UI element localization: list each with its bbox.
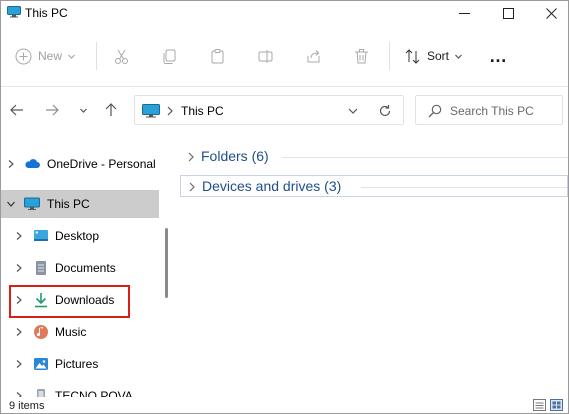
downloads-highlight-box: [9, 285, 130, 318]
maximize-icon: [502, 7, 514, 19]
nav-item-pictures[interactable]: Pictures: [1, 350, 159, 378]
up-button[interactable]: [101, 100, 121, 120]
more-options-button[interactable]: …: [489, 43, 508, 69]
copy-icon: [163, 49, 176, 64]
group-header-devices-and-drives[interactable]: Devices and drives (3): [180, 175, 568, 197]
arrow-right-icon: [46, 104, 59, 116]
nav-item-this-pc[interactable]: This PC: [1, 190, 159, 218]
address-row: This PC: [1, 87, 568, 133]
new-label: New: [38, 49, 63, 63]
nav-scrollbar-thumb[interactable]: [165, 228, 168, 298]
this-pc-icon: [142, 104, 160, 118]
nav-item-label: Documents: [55, 261, 116, 275]
chevron-down-icon[interactable]: [6, 199, 16, 209]
document-icon: [36, 261, 46, 275]
details-view-icon[interactable]: [533, 399, 546, 411]
paste-icon: [211, 48, 224, 63]
plus-circle-icon: [15, 48, 32, 64]
cloud-icon: [25, 159, 40, 168]
arrow-up-icon: [105, 103, 117, 116]
chevron-right-icon: [167, 106, 173, 116]
content-pane: Folders (6) Devices and drives (3): [172, 133, 568, 397]
chevron-right-icon: [189, 182, 195, 192]
navigation-pane: OneDrive - Personal This PC Desktop Docu…: [1, 133, 172, 397]
music-icon: [34, 325, 48, 339]
recent-locations-button[interactable]: [73, 100, 93, 120]
status-bar: 9 items: [1, 397, 568, 413]
nav-item-music[interactable]: Music: [1, 318, 159, 346]
nav-item-label: Music: [55, 325, 87, 339]
chevron-right-icon[interactable]: [6, 159, 16, 169]
toolbar-divider: [96, 42, 97, 70]
sort-label: Sort: [427, 49, 450, 63]
close-icon: [545, 7, 557, 19]
share-button[interactable]: [305, 43, 322, 69]
nav-item-label: Desktop: [55, 229, 100, 243]
minimize-button[interactable]: [447, 1, 481, 25]
group-divider: [282, 157, 568, 158]
search-box[interactable]: [415, 95, 563, 125]
copy-button[interactable]: [161, 43, 178, 69]
nav-item-label: TECNO POVA: [55, 389, 133, 397]
group-label: Folders (6): [201, 148, 269, 164]
new-button[interactable]: New: [15, 43, 76, 69]
group-header-folders[interactable]: Folders (6): [180, 146, 568, 168]
tiles-view-icon[interactable]: [550, 399, 563, 411]
search-icon: [428, 104, 442, 118]
toolbar-divider: [389, 42, 390, 70]
arrow-left-icon: [10, 104, 23, 116]
chevron-down-icon: [68, 54, 75, 59]
chevron-down-icon: [455, 54, 462, 59]
nav-item-label: Pictures: [55, 357, 99, 371]
phone-icon: [37, 389, 45, 397]
sort-arrows-icon: [405, 48, 420, 64]
nav-item-desktop[interactable]: Desktop: [1, 222, 159, 250]
chevron-down-icon: [79, 108, 87, 113]
nav-item-label: This PC: [47, 197, 90, 211]
back-button[interactable]: [7, 100, 27, 120]
rename-button[interactable]: [257, 43, 274, 69]
delete-button[interactable]: [353, 43, 370, 69]
address-bar[interactable]: This PC: [134, 95, 404, 125]
paste-button[interactable]: [209, 43, 226, 69]
chevron-right-icon[interactable]: [14, 263, 24, 273]
chevron-right-icon[interactable]: [14, 327, 24, 337]
title-bar: This PC: [1, 1, 568, 25]
minimize-icon: [458, 12, 470, 14]
group-divider: [361, 187, 567, 188]
trash-icon: [355, 48, 368, 63]
nav-item-tecno-pova[interactable]: TECNO POVA: [1, 382, 159, 397]
cut-button[interactable]: [113, 43, 130, 69]
this-pc-icon: [24, 197, 40, 210]
nav-item-label: OneDrive - Personal: [47, 157, 156, 171]
group-label: Devices and drives (3): [202, 178, 342, 194]
chevron-right-icon[interactable]: [14, 231, 24, 241]
more-options-icon: …: [489, 45, 508, 66]
scissors-icon: [115, 49, 128, 64]
close-button[interactable]: [534, 1, 568, 25]
rename-icon: [258, 49, 273, 63]
sort-button[interactable]: Sort: [404, 43, 463, 69]
maximize-button[interactable]: [491, 1, 525, 25]
nav-item-documents[interactable]: Documents: [1, 254, 159, 282]
item-count: 9 items: [9, 400, 45, 412]
pictures-icon: [34, 358, 48, 370]
chevron-right-icon: [188, 152, 194, 162]
forward-button[interactable]: [42, 100, 62, 120]
chevron-down-icon[interactable]: [347, 105, 359, 117]
address-path: This PC: [181, 104, 224, 118]
chevron-right-icon[interactable]: [14, 359, 24, 369]
nav-item-onedrive[interactable]: OneDrive - Personal: [1, 150, 159, 178]
refresh-icon[interactable]: [378, 104, 392, 118]
command-bar: New Sort …: [1, 25, 568, 87]
file-explorer-window: This PC New Sort … This PC Search This P…: [0, 0, 569, 414]
desktop-icon: [34, 230, 48, 241]
search-input[interactable]: [450, 102, 558, 120]
window-title: This PC: [25, 6, 68, 20]
share-icon: [307, 49, 320, 62]
this-pc-icon: [7, 6, 21, 18]
